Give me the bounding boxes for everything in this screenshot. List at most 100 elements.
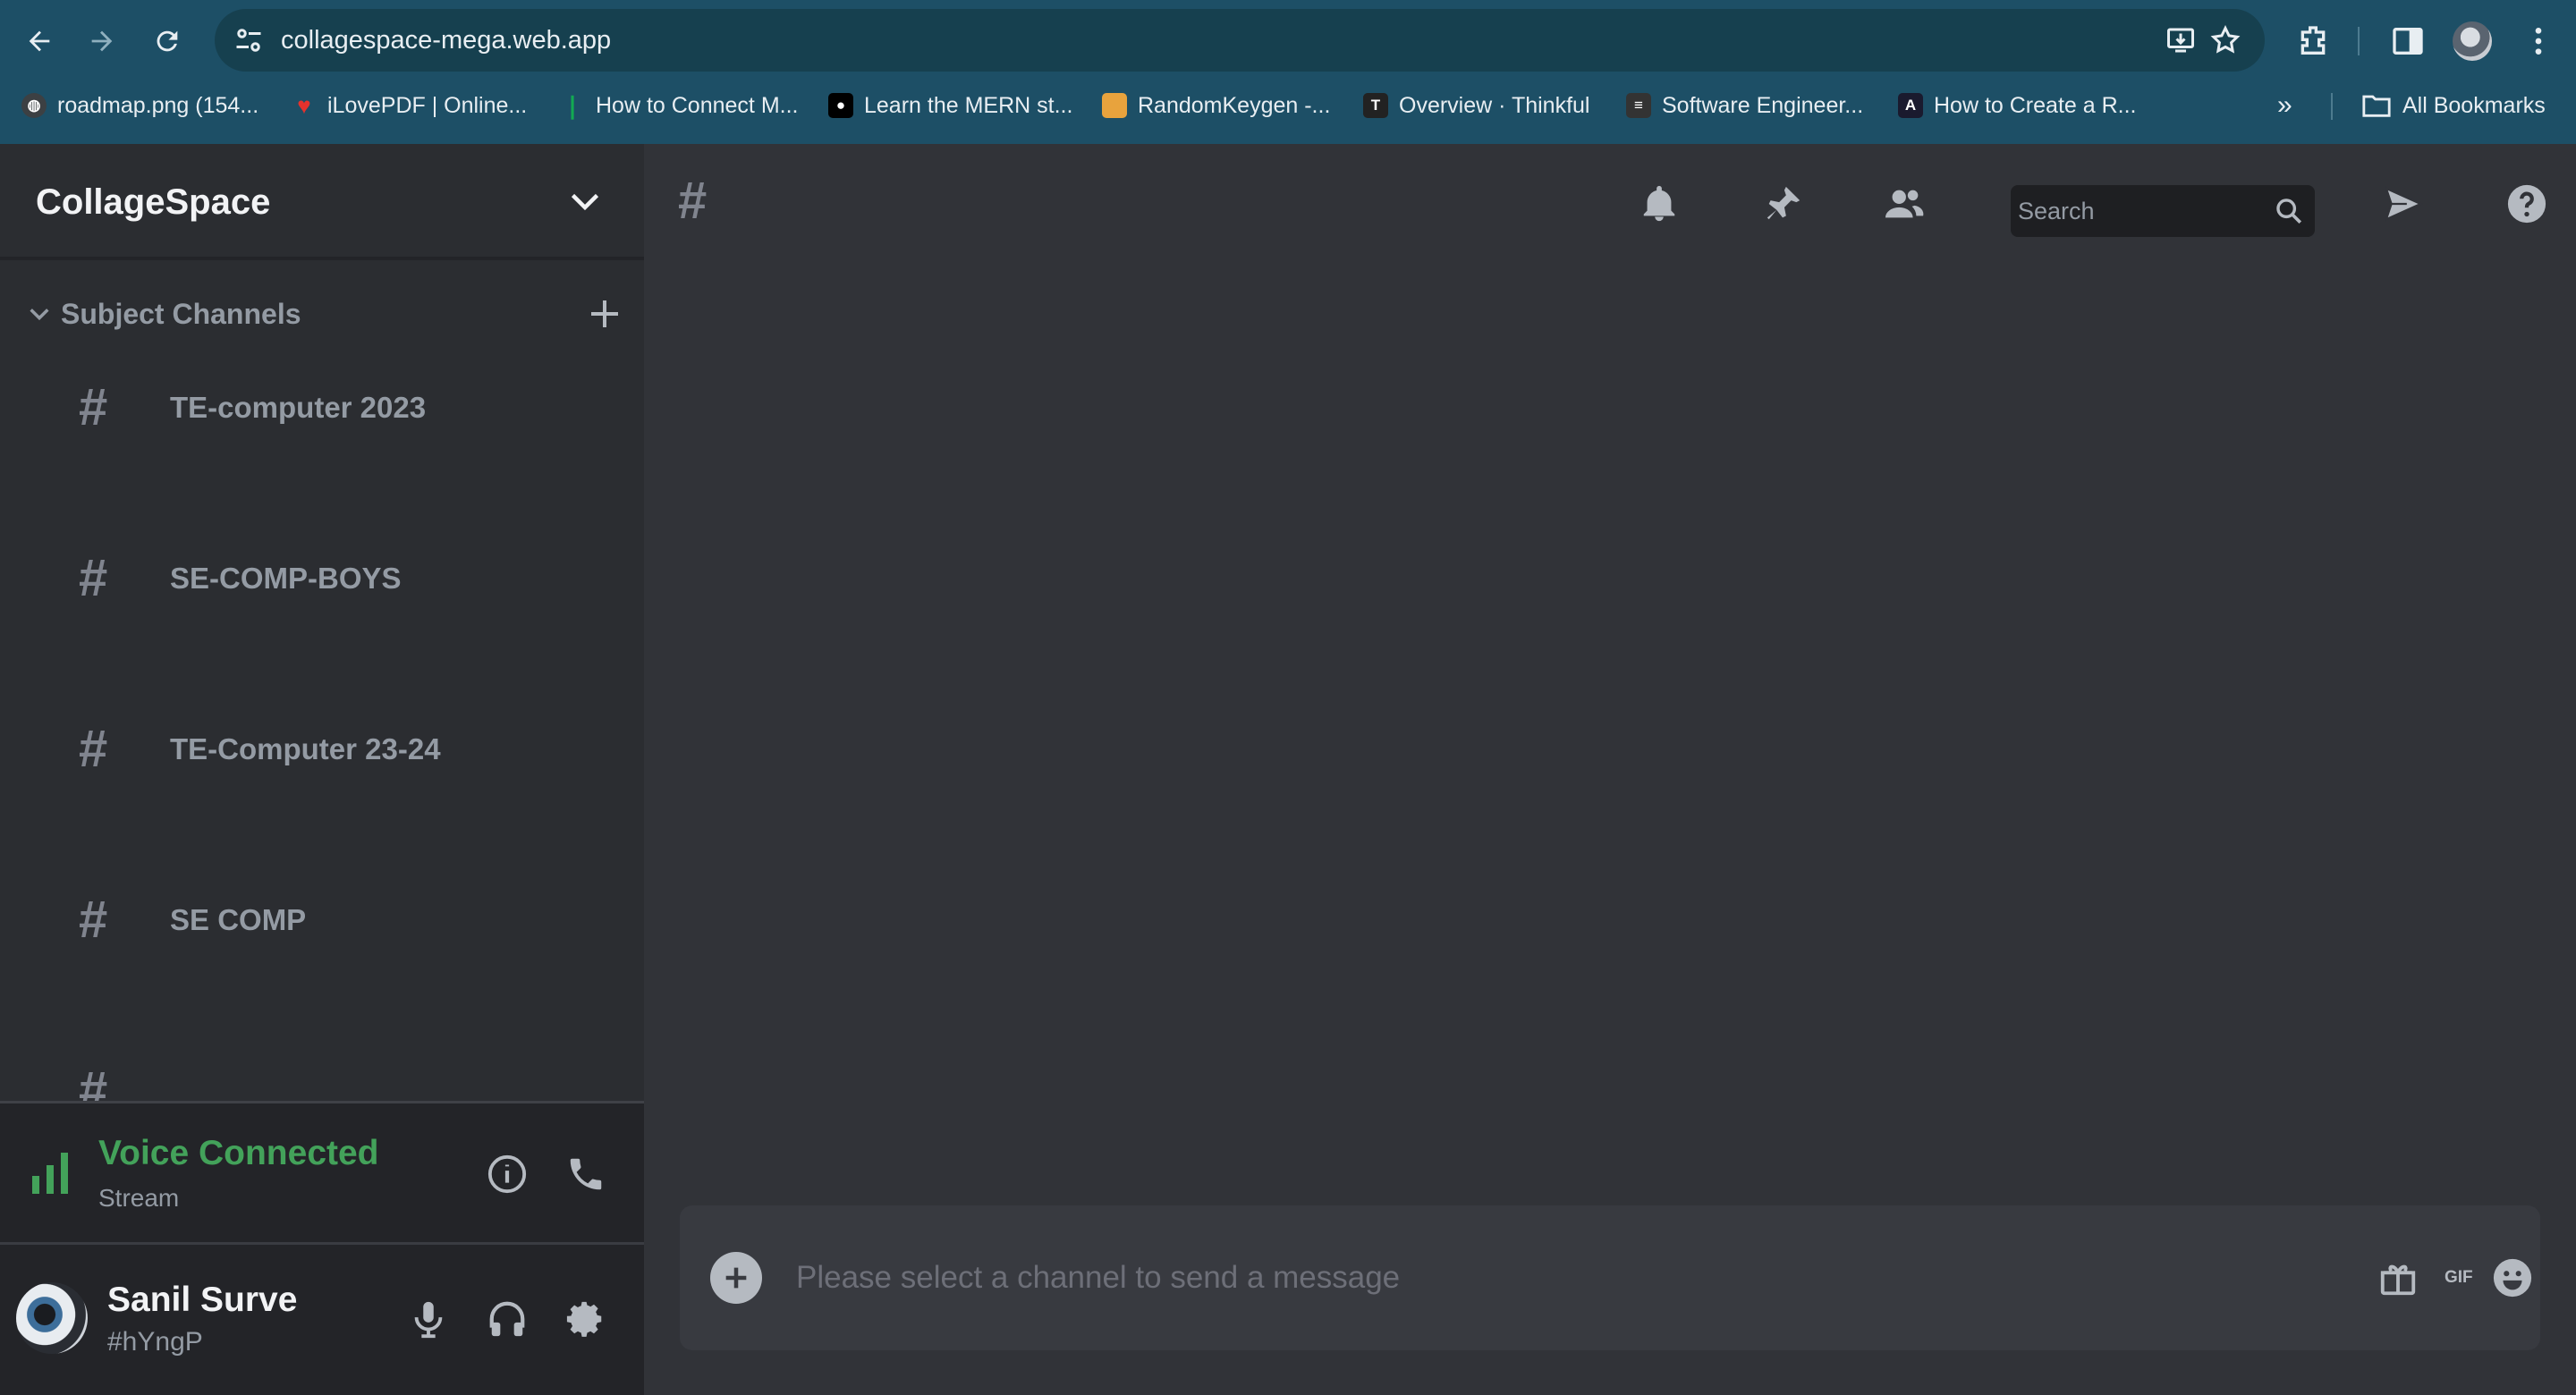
bookmark-label: Software Engineer... xyxy=(1662,92,1864,118)
key-icon xyxy=(1102,93,1127,118)
profile-avatar[interactable] xyxy=(2453,21,2492,61)
arrow-left-icon xyxy=(29,30,50,52)
bookmark-label: Overview · Thinkful xyxy=(1399,92,1590,118)
bookmark-item[interactable]: RandomKeygen -... xyxy=(1102,82,1330,129)
bookmarks-overflow-button[interactable]: » xyxy=(2277,82,2292,129)
double-chevron-icon: » xyxy=(2277,90,2292,120)
bookmarks-divider xyxy=(2331,93,2333,120)
arrow-right-icon xyxy=(91,30,113,52)
forward-button[interactable] xyxy=(80,20,123,63)
server-name: CollageSpace xyxy=(36,182,271,222)
server-header[interactable]: CollageSpace xyxy=(0,144,644,260)
search-icon[interactable] xyxy=(2274,196,2304,226)
globe-icon: ◍ xyxy=(21,93,47,118)
bookmark-item[interactable]: T Overview · Thinkful xyxy=(1363,82,1590,129)
side-panel-icon[interactable] xyxy=(2390,23,2426,59)
doc-icon: ≡ xyxy=(1626,93,1651,118)
bookmark-item[interactable]: ≡ Software Engineer... xyxy=(1626,82,1863,129)
hashtag-icon: # xyxy=(79,720,108,778)
bookmark-label: Learn the MERN st... xyxy=(864,92,1073,118)
channel-item[interactable]: # SE COMP xyxy=(0,871,644,969)
folder-icon xyxy=(2362,95,2391,117)
gif-button[interactable]: GIF xyxy=(2445,1257,2473,1298)
info-icon[interactable] xyxy=(487,1154,528,1195)
add-channel-icon[interactable] xyxy=(587,296,623,332)
bookmark-label: iLovePDF | Online... xyxy=(327,92,528,118)
url-text[interactable]: collagespace-mega.web.app xyxy=(281,9,611,72)
search-input[interactable] xyxy=(2018,185,2259,237)
back-button[interactable] xyxy=(18,20,61,63)
search-box[interactable] xyxy=(2011,185,2315,237)
send-icon[interactable] xyxy=(2383,183,2424,224)
gear-icon[interactable] xyxy=(565,1298,606,1340)
reload-icon xyxy=(157,30,178,52)
signal-strength-icon xyxy=(32,1153,68,1194)
bookmark-item[interactable]: ❘ How to Connect M... xyxy=(560,82,798,129)
channel-header: # xyxy=(644,144,2576,260)
plus-icon xyxy=(725,1267,747,1289)
bell-icon[interactable] xyxy=(1639,183,1680,224)
medium-icon: ● xyxy=(828,93,853,118)
message-input[interactable] xyxy=(796,1241,2281,1315)
install-app-icon[interactable] xyxy=(2165,24,2197,56)
bookmark-label: RandomKeygen -... xyxy=(1138,92,1331,118)
channel-name: SE-COMP-BOYS xyxy=(170,562,402,595)
bookmark-item[interactable]: ◍ roadmap.png (154... xyxy=(21,82,258,129)
bookmarks-bar: ◍ roadmap.png (154... ♥ iLovePDF | Onlin… xyxy=(0,82,2576,129)
voice-channel-name[interactable]: Stream xyxy=(98,1184,179,1213)
chevron-down-icon[interactable] xyxy=(27,301,52,326)
headphones-icon[interactable] xyxy=(487,1298,528,1340)
hashtag-icon: # xyxy=(79,378,108,436)
angular-icon: A xyxy=(1898,93,1923,118)
channel-item-partial[interactable]: # xyxy=(0,1042,644,1101)
address-bar[interactable]: collagespace-mega.web.app xyxy=(215,9,2265,72)
all-bookmarks-label: All Bookmarks xyxy=(2402,92,2546,118)
category-label: Subject Channels xyxy=(61,298,301,330)
user-tag[interactable]: #hYngP xyxy=(107,1327,203,1357)
avatar[interactable] xyxy=(16,1282,88,1354)
reload-button[interactable] xyxy=(146,20,189,63)
heart-icon: ♥ xyxy=(297,91,311,119)
username[interactable]: Sanil Surve xyxy=(107,1281,297,1320)
emoji-icon[interactable] xyxy=(2492,1257,2533,1298)
channel-item[interactable]: # SE-COMP-BOYS xyxy=(0,529,644,628)
kebab-menu-icon[interactable] xyxy=(2521,23,2556,59)
bookmark-item[interactable]: ♥ iLovePDF | Online... xyxy=(292,82,527,129)
all-bookmarks-button[interactable]: All Bookmarks xyxy=(2361,82,2546,129)
browser-chrome: collagespace-mega.web.app ◍ roadmap.png … xyxy=(0,0,2576,144)
hashtag-icon: # xyxy=(79,1061,108,1101)
hashtag-icon: # xyxy=(79,891,108,949)
toolbar-divider xyxy=(2358,27,2360,55)
thinkful-icon: T xyxy=(1363,93,1388,118)
channel-name: SE COMP xyxy=(170,903,307,936)
members-icon[interactable] xyxy=(1884,183,1925,224)
bookmark-item[interactable]: ● Learn the MERN st... xyxy=(828,82,1072,129)
chevron-down-icon[interactable] xyxy=(569,189,601,216)
channel-name: TE-computer 2023 xyxy=(170,391,427,424)
bookmark-item[interactable]: A How to Create a R... xyxy=(1898,82,2136,129)
bookmark-label: roadmap.png (154... xyxy=(57,92,259,118)
microphone-icon[interactable] xyxy=(408,1298,449,1340)
channel-item[interactable]: # TE-computer 2023 xyxy=(0,359,644,457)
attach-button[interactable] xyxy=(710,1252,762,1304)
main-content: # Search Please select a channel to send… xyxy=(644,144,2576,1395)
channel-sidebar: CollageSpace Subject Channels # TE-compu… xyxy=(0,144,644,1395)
hashtag-icon: # xyxy=(79,549,108,607)
star-icon[interactable] xyxy=(2209,24,2241,56)
message-composer: GIF xyxy=(680,1205,2540,1350)
gift-icon[interactable] xyxy=(2377,1257,2419,1298)
app-root: CollageSpace Subject Channels # TE-compu… xyxy=(0,144,2576,1395)
site-settings-icon[interactable] xyxy=(233,24,265,56)
user-panel: Sanil Surve #hYngP xyxy=(0,1242,644,1395)
leaf-icon: ❘ xyxy=(563,91,582,119)
help-icon[interactable] xyxy=(2506,183,2547,224)
bookmark-label: How to Connect M... xyxy=(596,92,799,118)
channel-category[interactable]: Subject Channels xyxy=(0,269,644,359)
extensions-icon[interactable] xyxy=(2295,23,2331,59)
channel-item[interactable]: # TE-Computer 23-24 xyxy=(0,700,644,799)
pin-icon[interactable] xyxy=(1762,183,1803,224)
voice-status[interactable]: Voice Connected xyxy=(98,1134,379,1173)
voice-connection-panel: Voice Connected Stream xyxy=(0,1101,644,1242)
phone-disconnect-icon[interactable] xyxy=(565,1154,606,1195)
hashtag-icon: # xyxy=(678,172,708,230)
